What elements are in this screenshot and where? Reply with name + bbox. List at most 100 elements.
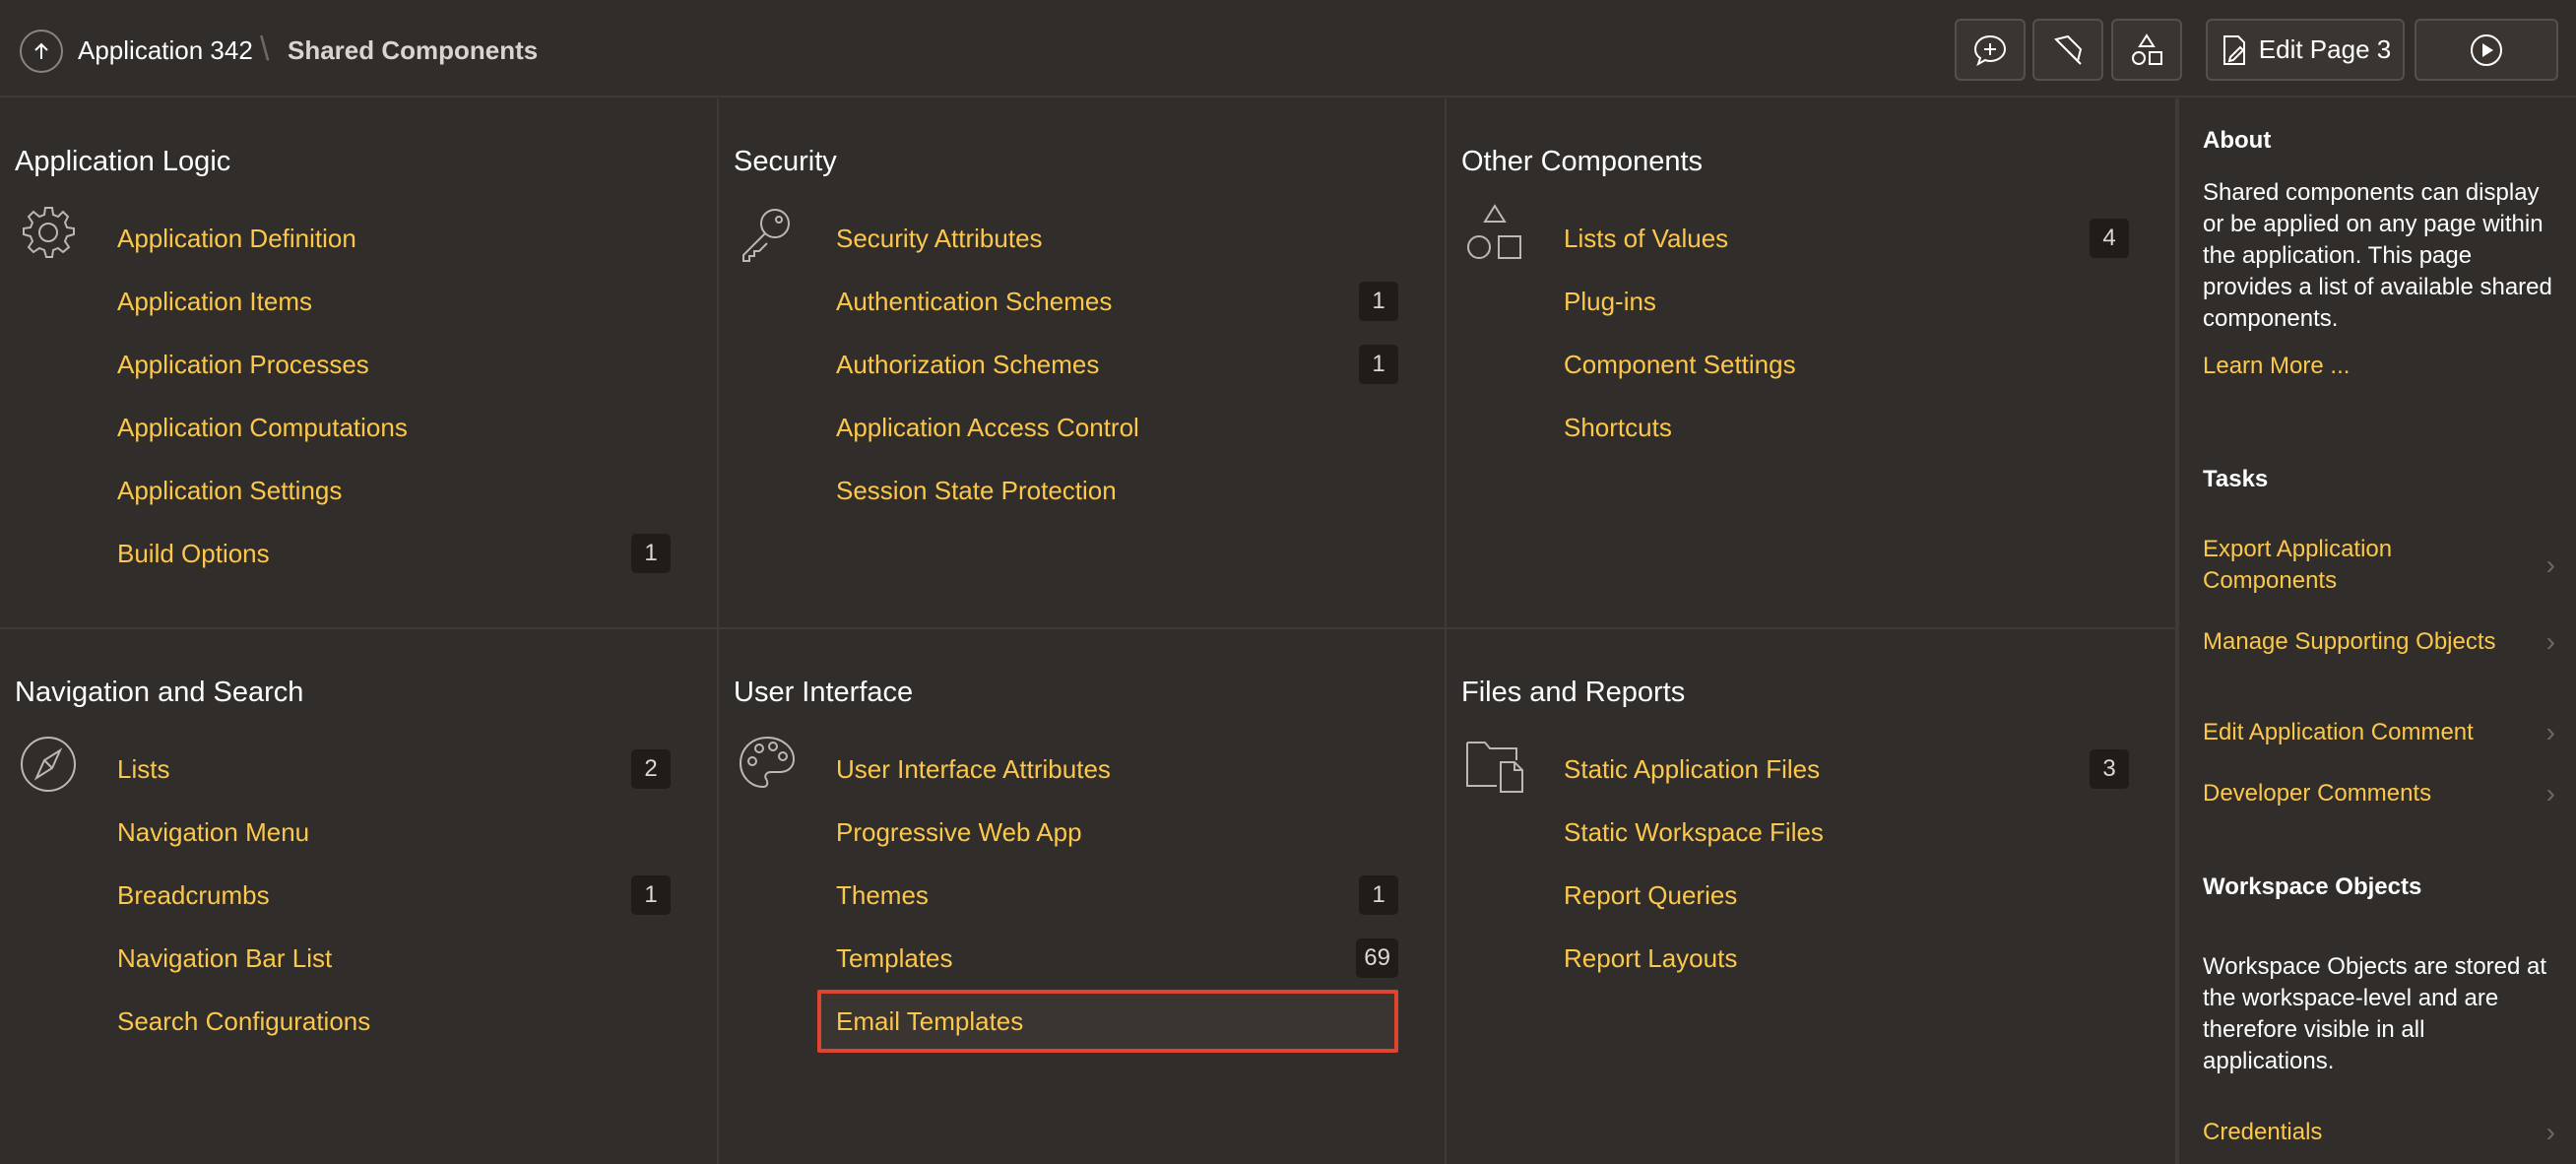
link-build-options[interactable]: Build Options	[102, 537, 270, 570]
list-item: Report Layouts	[1549, 927, 2129, 990]
list-item: Security Attributes	[821, 207, 1398, 270]
folder-file-icon	[1466, 742, 1523, 793]
link-themes[interactable]: Themes	[821, 878, 929, 912]
link-application-access-control[interactable]: Application Access Control	[821, 411, 1139, 444]
other-components-links: Lists of Values 4 Plug-ins Component Sett…	[1549, 207, 2129, 459]
security-links: Security Attributes Authentication Schem…	[821, 207, 1398, 522]
navigation-search-links: Lists 2 Navigation Menu Breadcrumbs 1 Navi…	[102, 738, 671, 1053]
task-manage-supporting-objects[interactable]: Manage Supporting Objects ›	[2203, 626, 2567, 658]
link-search-configurations[interactable]: Search Configurations	[102, 1004, 370, 1038]
list-item: Static Application Files 3	[1549, 738, 2129, 801]
list-item: Themes 1	[821, 864, 1398, 927]
task-export-application-components[interactable]: Export Application Components ›	[2203, 534, 2567, 597]
flashlight-icon	[2054, 34, 2083, 65]
panel-files-reports: Files and Reports Static Application Fil…	[1447, 629, 2177, 1164]
workspace-objects-text: Workspace Objects are stored at the work…	[2203, 953, 2547, 1074]
list-item: Authentication Schemes 1	[821, 270, 1398, 333]
list-item: Report Queries	[1549, 864, 2129, 927]
user-interface-links: User Interface Attributes Progressive We…	[817, 738, 1398, 1053]
learn-more-link[interactable]: Learn More ...	[2203, 351, 2350, 382]
key-icon	[742, 209, 790, 262]
panel-title: Application Logic	[15, 146, 231, 178]
count-badge: 1	[1359, 875, 1398, 915]
edit-page-button[interactable]: Edit Page 3	[2206, 19, 2405, 81]
panel-security: Security Security Attributes Authenticat…	[719, 98, 1447, 629]
link-user-interface-attributes[interactable]: User Interface Attributes	[821, 752, 1111, 786]
application-logic-links: Application Definition Application Items…	[102, 207, 671, 585]
link-breadcrumbs[interactable]: Breadcrumbs	[102, 878, 270, 912]
link-authentication-schemes[interactable]: Authentication Schemes	[821, 285, 1112, 318]
panel-other-components: Other Components Lists of Values 4 Plug-i…	[1447, 98, 2177, 629]
link-component-settings[interactable]: Component Settings	[1549, 348, 1796, 381]
list-item: Application Items	[102, 270, 671, 333]
link-templates[interactable]: Templates	[821, 941, 953, 975]
panel-title: Security	[734, 146, 837, 178]
link-navigation-bar-list[interactable]: Navigation Bar List	[102, 941, 332, 975]
link-progressive-web-app[interactable]: Progressive Web App	[821, 815, 1082, 849]
chevron-right-icon: ›	[2545, 1117, 2555, 1147]
link-email-templates[interactable]: Email Templates	[821, 1004, 1023, 1038]
list-item: Progressive Web App	[821, 801, 1398, 864]
about-text: Shared components can display or be appl…	[2203, 179, 2552, 332]
list-item: Application Settings	[102, 459, 671, 522]
list-item: Breadcrumbs 1	[102, 864, 671, 927]
link-application-processes[interactable]: Application Processes	[102, 348, 369, 381]
debug-button[interactable]	[2032, 19, 2103, 81]
panel-title: Files and Reports	[1461, 677, 1686, 709]
arrow-up-icon	[34, 42, 48, 59]
breadcrumb-application[interactable]: Application 342	[78, 33, 253, 67]
list-item: Shortcuts	[1549, 396, 2129, 459]
list-item: Component Settings	[1549, 333, 2129, 396]
compass-icon	[21, 737, 76, 792]
link-application-settings[interactable]: Application Settings	[102, 474, 342, 507]
list-item-highlighted[interactable]: Email Templates	[817, 990, 1398, 1053]
list-item: Lists of Values 4	[1549, 207, 2129, 270]
task-developer-comments[interactable]: Developer Comments ›	[2203, 778, 2567, 809]
panel-user-interface: User Interface User Interface Attributes…	[719, 629, 1447, 1164]
list-item: Lists 2	[102, 738, 671, 801]
list-item: Session State Protection	[821, 459, 1398, 522]
about-heading: About	[2203, 127, 2272, 154]
count-badge: 1	[1359, 282, 1398, 321]
list-item: Application Computations	[102, 396, 671, 459]
link-lists[interactable]: Lists	[102, 752, 169, 786]
add-comment-button[interactable]	[1955, 19, 2026, 81]
tasks-heading: Tasks	[2203, 466, 2269, 492]
link-authorization-schemes[interactable]: Authorization Schemes	[821, 348, 1099, 381]
link-application-items[interactable]: Application Items	[102, 285, 312, 318]
up-arrow-button[interactable]	[20, 30, 63, 73]
chevron-right-icon: ›	[2545, 778, 2555, 808]
link-static-application-files[interactable]: Static Application Files	[1549, 752, 1820, 786]
link-shortcuts[interactable]: Shortcuts	[1549, 411, 1672, 444]
list-item: Templates 69	[821, 927, 1398, 990]
link-application-definition[interactable]: Application Definition	[102, 222, 356, 255]
link-security-attributes[interactable]: Security Attributes	[821, 222, 1043, 255]
workspace-objects-heading: Workspace Objects	[2203, 873, 2422, 900]
breadcrumb-separator: \	[260, 31, 270, 68]
play-icon	[2471, 33, 2502, 66]
count-badge: 1	[1359, 345, 1398, 384]
link-plug-ins[interactable]: Plug-ins	[1549, 285, 1656, 318]
palette-icon	[739, 736, 796, 789]
shared-components-button[interactable]	[2111, 19, 2182, 81]
count-badge: 4	[2090, 219, 2129, 258]
run-page-button[interactable]	[2415, 19, 2558, 81]
list-item: Navigation Bar List	[102, 927, 671, 990]
task-edit-application-comment[interactable]: Edit Application Comment ›	[2203, 717, 2567, 748]
link-session-state-protection[interactable]: Session State Protection	[821, 474, 1117, 507]
link-report-queries[interactable]: Report Queries	[1549, 878, 1737, 912]
link-report-layouts[interactable]: Report Layouts	[1549, 941, 1737, 975]
top-bar: Application 342 \ Shared Components Edit…	[0, 0, 2576, 97]
list-item: Navigation Menu	[102, 801, 671, 864]
link-static-workspace-files[interactable]: Static Workspace Files	[1549, 815, 1824, 849]
panel-title: User Interface	[734, 677, 914, 709]
comment-plus-icon	[1973, 34, 2007, 66]
list-item: Build Options 1	[102, 522, 671, 585]
link-navigation-menu[interactable]: Navigation Menu	[102, 815, 309, 849]
edit-page-label: Edit Page 3	[2258, 34, 2392, 64]
link-credentials[interactable]: Credentials ›	[2203, 1117, 2567, 1148]
panel-title: Other Components	[1461, 146, 1704, 178]
link-lists-of-values[interactable]: Lists of Values	[1549, 222, 1728, 255]
link-application-computations[interactable]: Application Computations	[102, 411, 408, 444]
edit-page-icon	[2222, 34, 2245, 65]
